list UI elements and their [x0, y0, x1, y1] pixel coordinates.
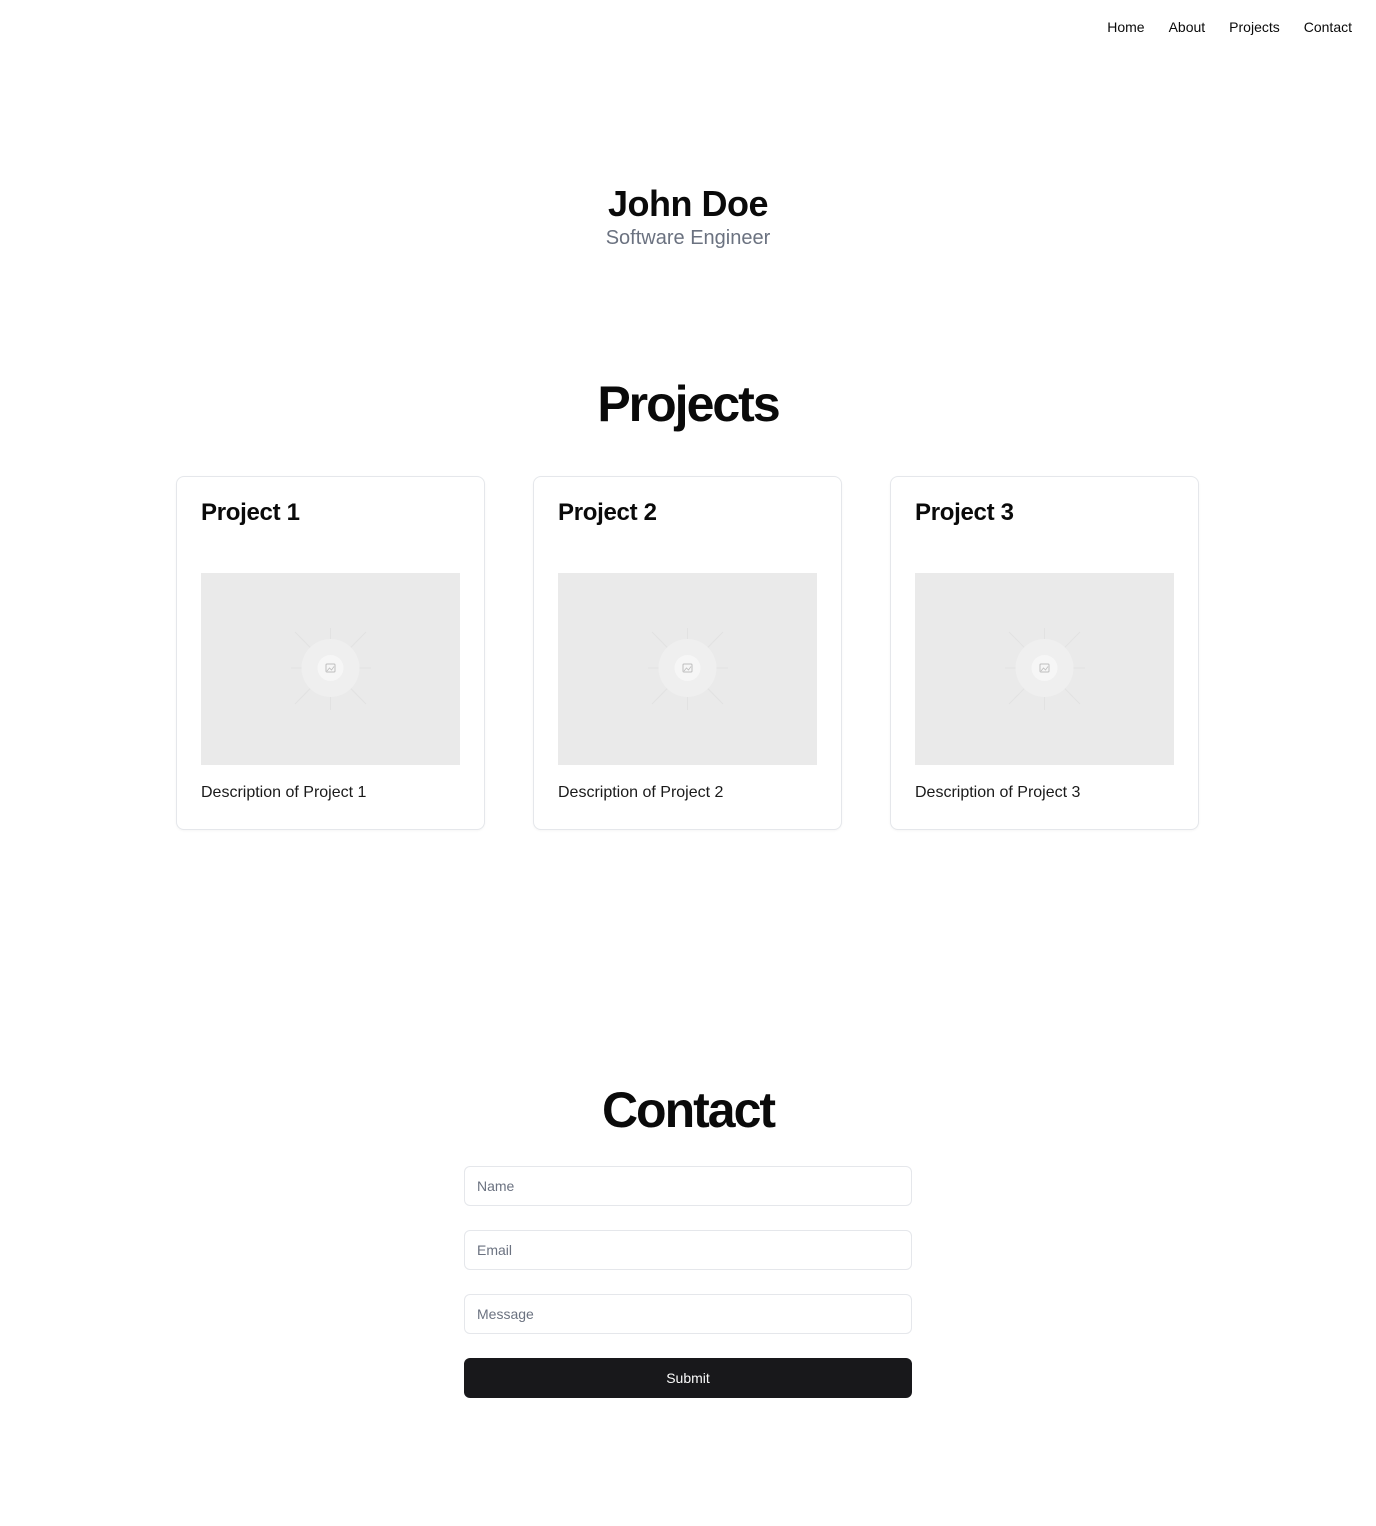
project-card-description: Description of Project 1	[201, 784, 367, 801]
email-input[interactable]	[464, 1230, 912, 1270]
project-card-title: Project 1	[201, 499, 300, 526]
project-card: Project 3 Description of Project 3	[890, 476, 1199, 830]
project-card-title: Project 2	[558, 499, 657, 526]
image-placeholder-icon	[291, 628, 371, 710]
project-image	[201, 573, 460, 765]
project-image	[915, 573, 1174, 765]
nav-link-about[interactable]: About	[1169, 17, 1206, 37]
contact-form: Submit	[464, 1166, 912, 1398]
project-card-description: Description of Project 2	[558, 784, 724, 801]
nav-link-contact[interactable]: Contact	[1304, 17, 1352, 37]
nav-link-home[interactable]: Home	[1107, 17, 1144, 37]
project-card-list: Project 1 Description of Project 1 Proje…	[176, 476, 1199, 830]
hero-section: John Doe Software Engineer	[0, 183, 1376, 251]
nav-link-projects[interactable]: Projects	[1229, 17, 1280, 37]
name-input[interactable]	[464, 1166, 912, 1206]
project-card: Project 2 Description of Project 2	[533, 476, 842, 830]
image-placeholder-icon	[648, 628, 728, 710]
hero-name: John Doe	[607, 183, 769, 224]
message-input[interactable]	[464, 1294, 912, 1334]
project-card-description: Description of Project 3	[915, 784, 1081, 801]
project-card: Project 1 Description of Project 1	[176, 476, 485, 830]
project-card-title: Project 3	[915, 499, 1014, 526]
projects-heading: Projects	[597, 376, 780, 432]
hero-role: Software Engineer	[605, 227, 771, 249]
top-nav: Home About Projects Contact	[1107, 17, 1352, 37]
image-placeholder-icon	[1005, 628, 1085, 710]
project-image	[558, 573, 817, 765]
contact-heading: Contact	[601, 1082, 776, 1138]
submit-button[interactable]: Submit	[464, 1358, 912, 1398]
page: Home About Projects Contact John Doe Sof…	[0, 0, 1376, 1526]
